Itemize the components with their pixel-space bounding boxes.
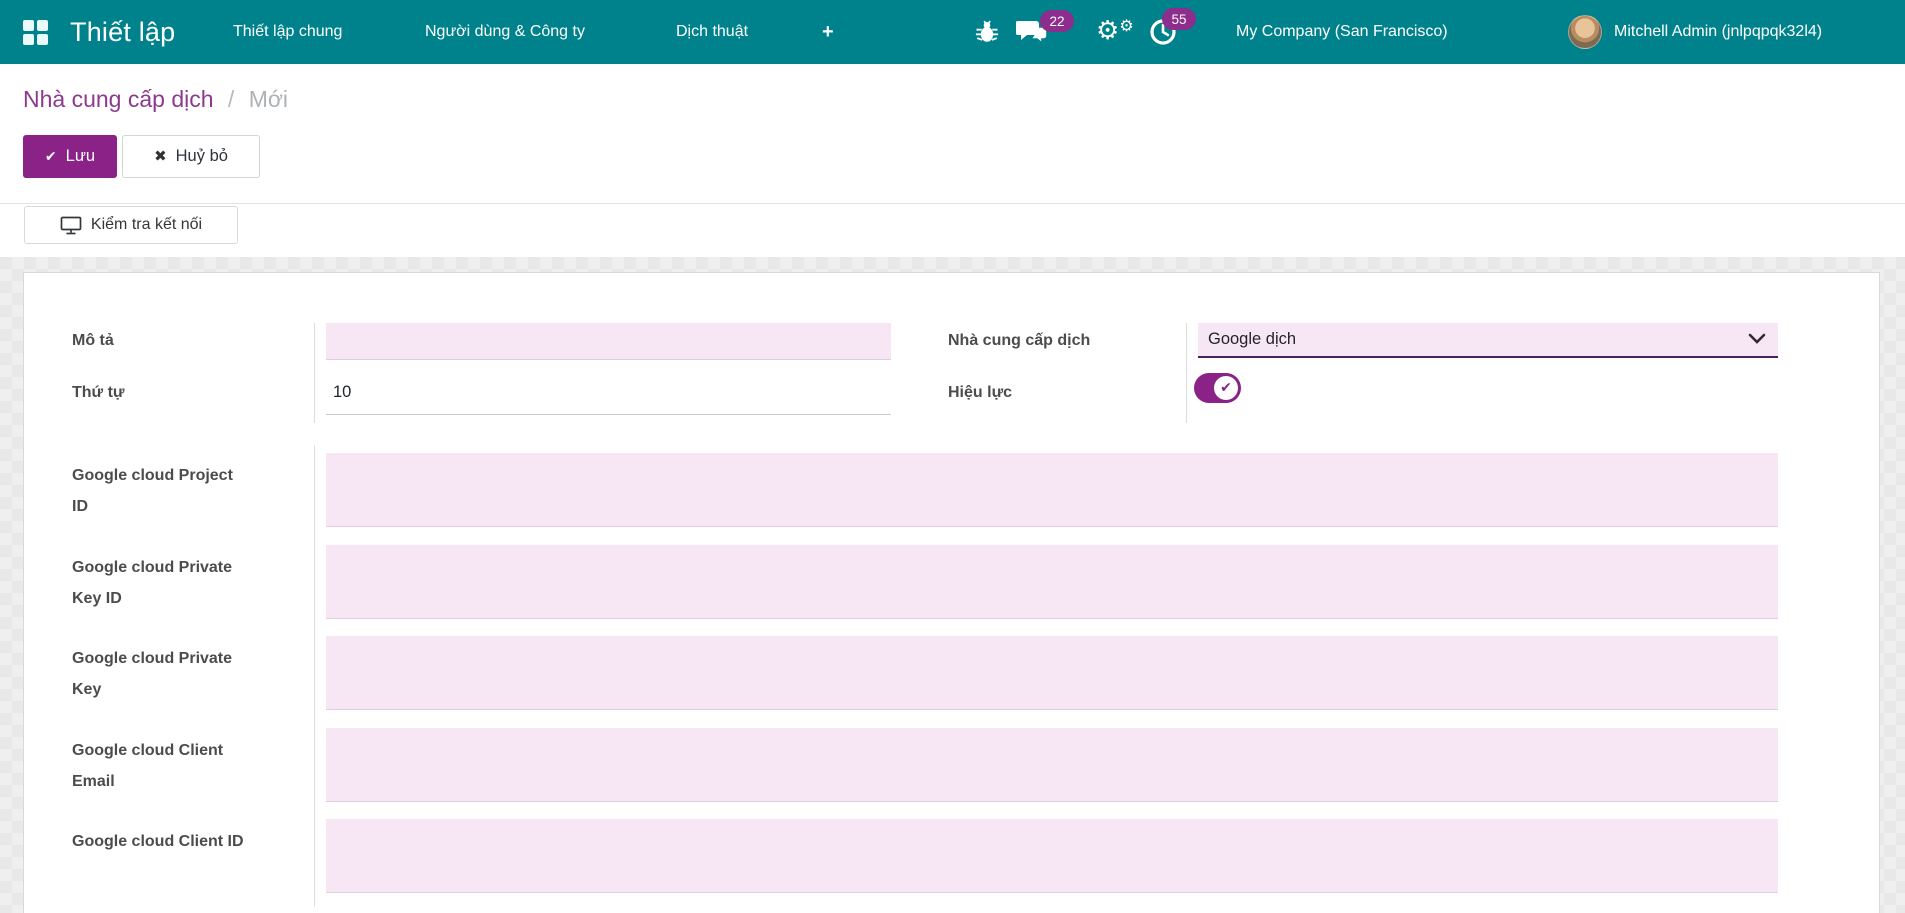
- sequence-label: Thứ tự: [72, 384, 125, 401]
- description-label: Mô tả: [72, 332, 114, 349]
- close-icon: ✖: [154, 147, 167, 165]
- gc-project-id-input[interactable]: [326, 453, 1778, 527]
- user-menu[interactable]: Mitchell Admin (jnlpqpqk32l4): [1614, 0, 1822, 64]
- gc-client-id-label: Google cloud Client ID: [72, 833, 244, 850]
- gc-client-id-input[interactable]: [326, 819, 1778, 893]
- active-label: Hiệu lực: [948, 384, 1013, 401]
- gc-private-key-label: Google cloud Private Key: [72, 650, 233, 698]
- breadcrumb: Nhà cung cấp dịch / Mới: [23, 86, 288, 113]
- sequence-field-wrap: [326, 360, 891, 415]
- provider-label: Nhà cung cấp dịch: [948, 332, 1091, 349]
- discard-button[interactable]: ✖ Huỷ bỏ: [122, 135, 260, 178]
- group-google-divider: [314, 446, 315, 906]
- apps-grid-icon[interactable]: [23, 20, 48, 45]
- group-right-divider: [1186, 323, 1187, 423]
- monitor-icon: [60, 216, 82, 234]
- toggle-check-icon: ✔: [1214, 376, 1238, 400]
- gc-client-email-label: Google cloud Client Email: [72, 742, 224, 790]
- form-sheet: Mô tả Thứ tự Nhà cung cấp dịch Google dị…: [23, 272, 1880, 913]
- check-icon: ✔: [44, 148, 57, 165]
- menu-general-settings[interactable]: Thiết lập chung: [233, 0, 342, 64]
- app-title[interactable]: Thiết lập: [70, 0, 175, 64]
- description-input[interactable]: [326, 323, 891, 360]
- provider-select[interactable]: Google dịch: [1198, 323, 1778, 358]
- gc-project-id-label: Google cloud Project ID: [72, 467, 233, 515]
- gc-private-key-id-label: Google cloud Private Key ID: [72, 559, 233, 607]
- bug-icon[interactable]: [973, 18, 1001, 51]
- breadcrumb-current: Mới: [248, 86, 289, 112]
- gc-client-email-input[interactable]: [326, 728, 1778, 802]
- top-navbar: Thiết lập Thiết lập chung Người dùng & C…: [0, 0, 1905, 64]
- activities-badge[interactable]: 55: [1162, 8, 1196, 30]
- breadcrumb-parent-link[interactable]: Nhà cung cấp dịch: [23, 86, 214, 112]
- provider-select-value: Google dịch: [1208, 330, 1297, 348]
- save-button[interactable]: ✔ Lưu: [23, 135, 117, 178]
- gears-icon[interactable]: ⚙⚙: [1096, 18, 1134, 45]
- sequence-input[interactable]: [333, 383, 873, 402]
- gc-private-key-id-input[interactable]: [326, 545, 1778, 619]
- test-connection-button[interactable]: Kiểm tra kết nối: [24, 206, 238, 244]
- plus-menu-icon[interactable]: +: [822, 0, 834, 64]
- user-avatar[interactable]: [1568, 15, 1602, 49]
- messages-badge[interactable]: 22: [1040, 10, 1074, 32]
- active-toggle[interactable]: ✔: [1194, 373, 1241, 403]
- company-switcher[interactable]: My Company (San Francisco): [1236, 0, 1448, 64]
- form-button-area: Kiểm tra kết nối: [0, 204, 1905, 257]
- chevron-down-icon: [1748, 333, 1766, 344]
- menu-users-companies[interactable]: Người dùng & Công ty: [425, 0, 585, 64]
- breadcrumb-separator: /: [227, 86, 235, 112]
- control-panel: Nhà cung cấp dịch / Mới ✔ Lưu ✖ Huỷ bỏ: [0, 64, 1905, 203]
- group-left-divider: [314, 323, 315, 423]
- menu-translation[interactable]: Dịch thuật: [676, 0, 748, 64]
- gc-private-key-input[interactable]: [326, 636, 1778, 710]
- screen: Thiết lập Thiết lập chung Người dùng & C…: [0, 0, 1905, 913]
